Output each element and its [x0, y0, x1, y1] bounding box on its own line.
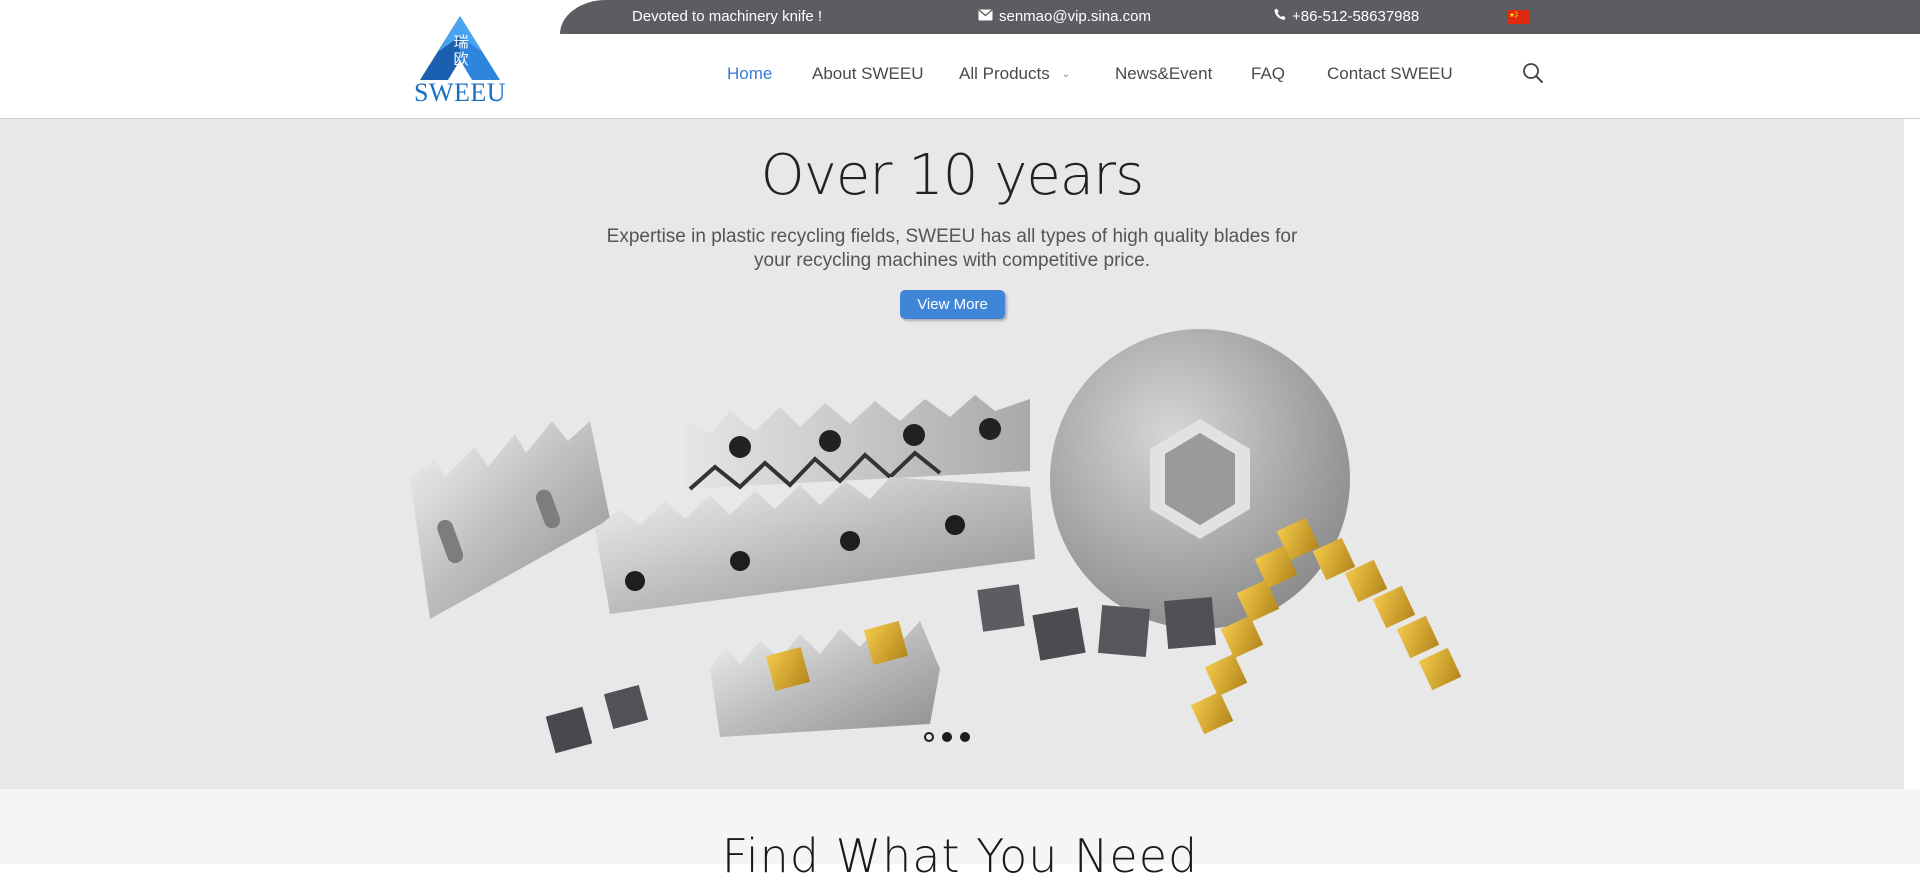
nav-home[interactable]: Home [727, 64, 772, 84]
tagline: Devoted to machinery knife ! [632, 8, 823, 25]
nav-news-event[interactable]: News&Event [1115, 64, 1212, 84]
slider-dot-3[interactable] [960, 732, 970, 742]
search-icon[interactable] [1522, 62, 1544, 84]
blades-product-image [410, 329, 1462, 754]
chevron-down-icon: ⌄ [1061, 69, 1071, 81]
nav-faq[interactable]: FAQ [1251, 64, 1285, 84]
hero-right-edge [1904, 119, 1920, 759]
nav-contact[interactable]: Contact SWEEU [1327, 64, 1453, 84]
nav-about[interactable]: About SWEEU [812, 64, 924, 84]
find-section: Find What You Need [0, 789, 1920, 883]
logo-chinese: 瑞欧 [453, 33, 469, 68]
nav-all-products-label: All Products [959, 64, 1050, 83]
envelope-icon [978, 0, 993, 34]
phone-text[interactable]: +86-512-58637988 [1292, 0, 1419, 34]
email-text[interactable]: senmao@vip.sina.com [999, 0, 1151, 34]
find-section-title: Find What You Need [721, 829, 1199, 883]
hero-subtitle: Expertise in plastic recycling fields, S… [606, 226, 1298, 271]
phone-icon [1274, 0, 1286, 34]
sweeu-logo[interactable]: 瑞欧 SWEEU [408, 14, 512, 107]
main-header: 瑞欧 SWEEU Home About SWEEU All Products ⌄ … [0, 16, 1920, 119]
slider-dot-1[interactable] [924, 732, 934, 742]
china-flag-icon[interactable] [1508, 10, 1529, 24]
slider-dots [924, 732, 970, 742]
top-bar: Devoted to machinery knife ! senmao@vip.… [0, 0, 1920, 34]
email-contact[interactable]: senmao@vip.sina.com [978, 0, 1151, 34]
hero-title: Over 10 years [760, 143, 1145, 208]
logo-brand-text: SWEEU [413, 78, 507, 107]
slider-dot-2[interactable] [942, 732, 952, 742]
nav-all-products[interactable]: All Products ⌄ [959, 64, 1070, 84]
phone-contact[interactable]: +86-512-58637988 [1274, 0, 1419, 34]
hero-slider: Over 10 years Expertise in plastic recyc… [0, 119, 1904, 789]
view-more-button[interactable]: View More [900, 290, 1005, 319]
